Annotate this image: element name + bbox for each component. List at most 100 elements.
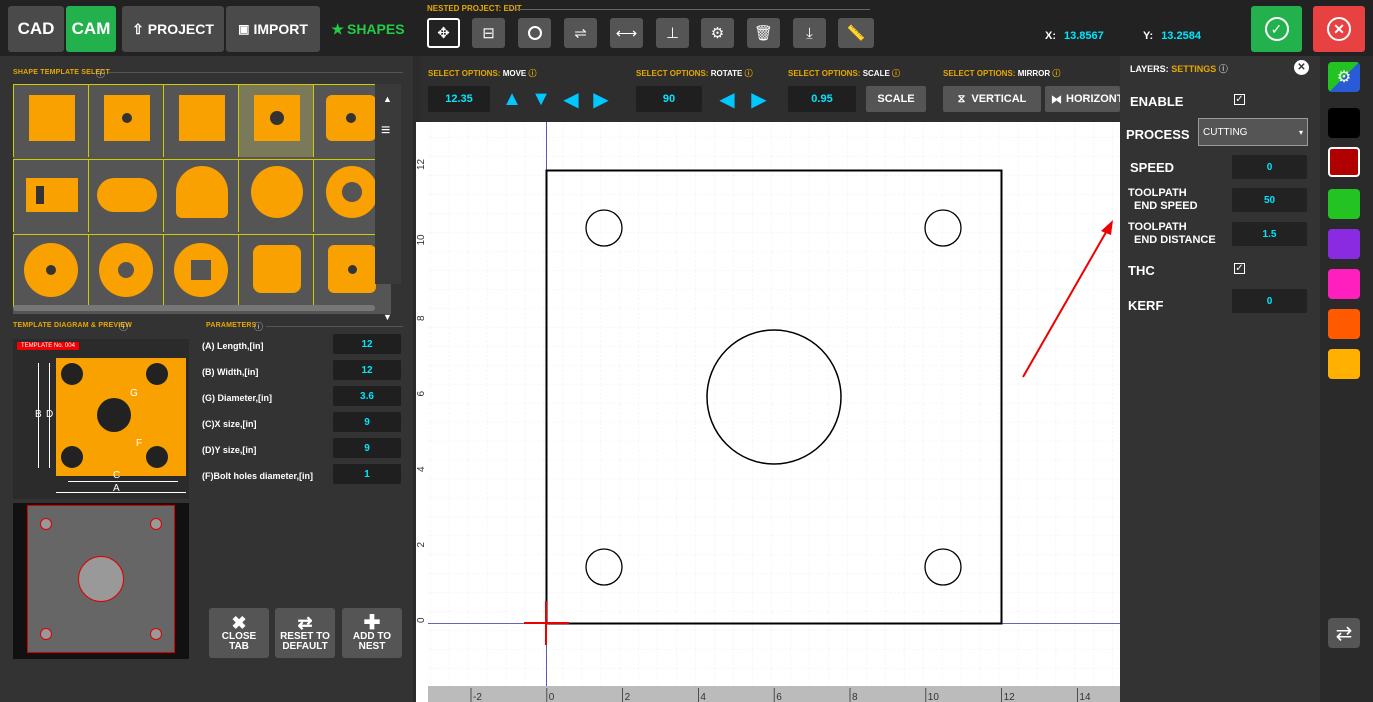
horizontal-scrollbar[interactable]	[13, 305, 375, 311]
cad-tab[interactable]: CAD	[8, 6, 64, 52]
scroll-up-icon[interactable]: ▲	[383, 94, 392, 104]
shapes-button[interactable]: ★ SHAPES	[322, 6, 414, 52]
process-select[interactable]: CUTTING ▾	[1198, 118, 1308, 146]
add-to-nest-button[interactable]: ✚ ADD TO NEST	[342, 608, 402, 658]
toolpath-end-speed-input[interactable]: 50	[1232, 188, 1307, 212]
swatch-black[interactable]	[1328, 108, 1360, 138]
swatch-green[interactable]	[1328, 189, 1360, 219]
swatch-pink[interactable]	[1328, 269, 1360, 299]
template-cell[interactable]	[88, 234, 163, 307]
enable-checkbox[interactable]: ✓	[1234, 94, 1245, 105]
layer-settings-gear-icon[interactable]: ⚙	[1328, 62, 1360, 92]
mirror-horizontal-button[interactable]: ⧓ HORIZONT	[1045, 86, 1120, 112]
import-button[interactable]: ▣ IMPORT	[226, 6, 320, 52]
x-tick-label: 0	[549, 692, 555, 702]
param-input[interactable]: 9	[333, 412, 401, 432]
param-label: (D)Y size,[in]	[202, 445, 257, 455]
param-input[interactable]: 9	[333, 438, 401, 458]
ruler-icon[interactable]: 📏	[838, 18, 874, 48]
move-left-button[interactable]: ◀	[560, 86, 582, 112]
label-c: C	[113, 470, 121, 481]
template-cell[interactable]	[238, 159, 313, 232]
check-icon: ✓	[1264, 17, 1289, 41]
project-button[interactable]: ⇧ PROJECT	[122, 6, 224, 52]
kerf-input[interactable]: 0	[1232, 289, 1307, 313]
nest-layout-icon[interactable]: ⊟	[472, 18, 505, 48]
canvas-svg[interactable]: 12 10 8 6 4 2 0 -2 0 2 4 6 8 10 12 14	[416, 122, 1120, 702]
lead-in-icon[interactable]: ⊥	[656, 18, 689, 48]
divider	[108, 72, 403, 73]
template-cell[interactable]	[88, 159, 163, 232]
param-input[interactable]: 12	[333, 334, 401, 354]
cam-tab[interactable]: CAM	[66, 6, 116, 52]
toolpath-end-distance-input[interactable]: 1.5	[1232, 222, 1307, 246]
move-right-button[interactable]: ▶	[590, 86, 612, 112]
import-label: IMPORT	[253, 21, 308, 37]
thc-checkbox[interactable]: ✓	[1234, 263, 1245, 274]
span-measure-icon[interactable]: ⟷	[610, 18, 643, 48]
toolpath-end-speed-label: TOOLPATH END SPEED	[1128, 187, 1198, 212]
gear-icon[interactable]: ⚙	[701, 18, 734, 48]
cancel-button[interactable]: ✕	[1313, 6, 1365, 52]
template-cell[interactable]	[238, 234, 313, 307]
mirror-horizontal-icon: ⧓	[1051, 93, 1062, 106]
layer-swatches: ⚙ ⇄	[1320, 56, 1373, 702]
horizontal-label: HORIZONT	[1066, 93, 1120, 105]
y-tick-label: 2	[416, 542, 427, 548]
template-cell[interactable]	[163, 159, 238, 232]
download-icon[interactable]: ⤓	[793, 18, 826, 48]
close-tab-button[interactable]: ✖ CLOSE TAB	[209, 608, 269, 658]
y-tick-label: 6	[416, 391, 427, 397]
template-cell[interactable]	[13, 234, 88, 307]
template-cell[interactable]	[88, 84, 163, 157]
trash-icon[interactable]: 🗑	[747, 18, 780, 48]
move-value-input[interactable]: 12.35	[428, 86, 490, 112]
param-label: (C)X size,[in]	[202, 419, 257, 429]
title-divider	[510, 9, 870, 10]
swatch-red-selected[interactable]	[1328, 147, 1360, 177]
scale-value-input[interactable]: 0.95	[788, 86, 856, 112]
param-input[interactable]: 12	[333, 360, 401, 380]
y-value: 13.2584	[1161, 30, 1201, 42]
reset-default-button[interactable]: ⇄ RESET TO DEFAULT	[275, 608, 335, 658]
template-grid[interactable]	[13, 84, 391, 314]
move-up-button[interactable]: ▲	[501, 86, 523, 112]
move-down-button[interactable]: ▼	[530, 86, 552, 112]
mirror-vertical-button[interactable]: ⧖ VERTICAL	[943, 86, 1041, 112]
rotate-left-button[interactable]: ◀	[716, 86, 738, 112]
grid-scrollbar[interactable]: ▲ ≡ ▼	[375, 84, 401, 322]
top-toolbar: CAD CAM ⇧ PROJECT ▣ IMPORT ★ SHAPES NESTED …	[0, 0, 1373, 56]
drawing-canvas[interactable]: 12 10 8 6 4 2 0 -2 0 2 4 6 8 10 12 14	[416, 122, 1120, 702]
close-icon[interactable]: ✕	[1294, 60, 1309, 75]
swatch-purple[interactable]	[1328, 229, 1360, 259]
swatch-yellow[interactable]	[1328, 349, 1360, 379]
scale-button[interactable]: SCALE	[866, 86, 926, 112]
label-a: A	[113, 483, 120, 494]
scroll-down-icon[interactable]: ▼	[383, 312, 392, 322]
mirror-options-label: SELECT OPTIONS: MIRROR ⓘ	[943, 69, 1061, 78]
confirm-button[interactable]: ✓	[1251, 6, 1302, 52]
swatch-orange[interactable]	[1328, 309, 1360, 339]
template-cell[interactable]	[13, 159, 88, 232]
x-tick-label: 14	[1079, 692, 1091, 702]
template-cell[interactable]	[163, 234, 238, 307]
menu-icon[interactable]: ≡	[381, 122, 390, 140]
swap-layers-icon[interactable]: ⇄	[1328, 618, 1360, 648]
param-input[interactable]: 1	[333, 464, 401, 484]
label-g: G	[130, 388, 138, 399]
move-options-label: SELECT OPTIONS: MOVE ⓘ	[428, 69, 537, 78]
template-cell-selected[interactable]	[238, 84, 313, 157]
rotate-right-button[interactable]: ▶	[748, 86, 770, 112]
toolpath-order-icon[interactable]: ⇌	[564, 18, 597, 48]
circle-path-icon[interactable]	[518, 18, 551, 48]
y-tick-label: 10	[416, 234, 427, 246]
template-cell[interactable]	[13, 84, 88, 157]
speed-input[interactable]: 0	[1232, 155, 1307, 179]
rotate-value-input[interactable]: 90	[636, 86, 702, 112]
annotation-arrow	[1022, 220, 1113, 378]
layers-title: LAYERS: SETTINGS ⓘ	[1130, 64, 1228, 74]
template-cell[interactable]	[163, 84, 238, 157]
add-label-2: NEST	[358, 641, 386, 652]
move-tool-icon[interactable]: ✥	[427, 18, 460, 48]
param-input[interactable]: 3.6	[333, 386, 401, 406]
